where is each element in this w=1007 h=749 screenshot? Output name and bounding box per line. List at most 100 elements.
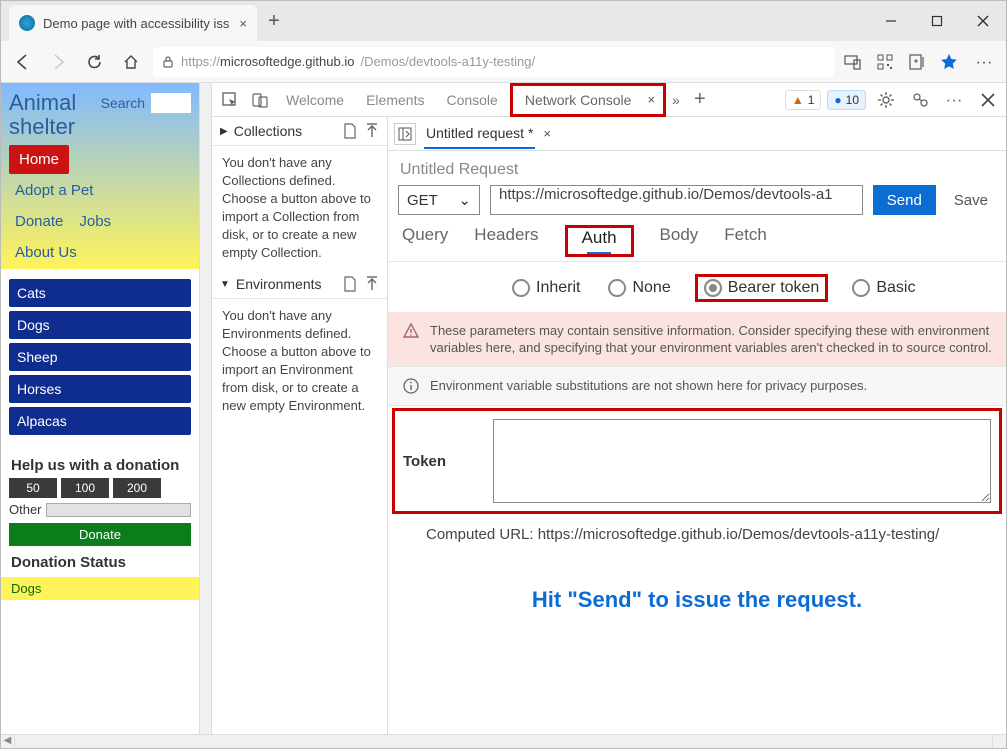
tab-title: Demo page with accessibility iss xyxy=(43,16,231,31)
info-banner: Environment variable substitutions are n… xyxy=(388,366,1006,406)
nav-jobs[interactable]: Jobs xyxy=(79,207,117,236)
category-list: Cats Dogs Sheep Horses Alpacas xyxy=(1,269,199,449)
method-select[interactable]: GET⌄ xyxy=(398,185,480,215)
page-scrollbar[interactable] xyxy=(200,83,212,734)
nav-about[interactable]: About Us xyxy=(9,238,191,267)
new-file-icon[interactable] xyxy=(343,123,357,139)
auth-bearer[interactable]: Bearer token xyxy=(700,277,824,299)
brand-line2: shelter xyxy=(9,115,191,139)
close-request-tab-icon[interactable]: × xyxy=(543,126,551,141)
new-tab-button[interactable]: + xyxy=(257,1,291,41)
environments-header[interactable]: ▼ Environments xyxy=(212,270,387,299)
refresh-button[interactable] xyxy=(81,48,109,76)
favorite-icon[interactable] xyxy=(938,51,960,73)
back-button[interactable] xyxy=(9,48,37,76)
help-title: Help us with a donation xyxy=(1,449,199,478)
import-icon[interactable] xyxy=(365,276,379,292)
import-icon[interactable] xyxy=(365,123,379,139)
bottom-scrollbar[interactable]: ◀ xyxy=(1,734,1006,748)
warning-banner: These parameters may contain sensitive i… xyxy=(388,312,1006,366)
maximize-button[interactable] xyxy=(914,1,960,41)
url-path: /Demos/devtools-a11y-testing/ xyxy=(360,54,535,69)
donation-status-title: Donation Status xyxy=(1,554,199,577)
page-header: Animal Search shelter Home Adopt a Pet D… xyxy=(1,83,199,269)
close-window-button[interactable] xyxy=(960,1,1006,41)
demo-page: Animal Search shelter Home Adopt a Pet D… xyxy=(1,83,200,734)
section-auth-highlight: Auth xyxy=(565,225,634,257)
forward-button[interactable] xyxy=(45,48,73,76)
close-tab-icon[interactable]: × xyxy=(641,92,661,107)
save-button[interactable]: Save xyxy=(946,185,996,215)
request-tab-bar: Untitled request * × xyxy=(388,117,1006,151)
qr-icon[interactable] xyxy=(874,51,896,73)
toolbar-icons: ··· xyxy=(842,51,998,73)
section-tabs: Query Headers Auth Body Fetch xyxy=(388,215,1006,262)
activity-icon[interactable] xyxy=(906,86,934,114)
info-count[interactable]: ●10 xyxy=(827,90,866,110)
other-amount-input[interactable] xyxy=(46,503,191,517)
home-button[interactable] xyxy=(117,48,145,76)
request-tab[interactable]: Untitled request * xyxy=(424,119,535,149)
amount-200[interactable]: 200 xyxy=(113,478,161,498)
section-auth[interactable]: Auth xyxy=(570,228,629,254)
section-fetch[interactable]: Fetch xyxy=(724,225,767,257)
request-url-input[interactable]: https://microsoftedge.github.io/Demos/de… xyxy=(490,185,863,215)
favicon-icon xyxy=(19,15,35,31)
category-item[interactable]: Horses xyxy=(9,375,191,403)
new-file-icon[interactable] xyxy=(343,276,357,292)
info-icon xyxy=(402,377,420,395)
minimize-button[interactable] xyxy=(868,1,914,41)
url-domain: microsoftedge.github.io xyxy=(220,54,354,69)
tab-elements[interactable]: Elements xyxy=(356,86,434,114)
category-item[interactable]: Dogs xyxy=(9,311,191,339)
lock-icon xyxy=(161,55,175,69)
amount-100[interactable]: 100 xyxy=(61,478,109,498)
request-title: Untitled Request xyxy=(388,151,1006,185)
tab-network-console[interactable]: Network Console xyxy=(515,86,642,114)
category-item[interactable]: Alpacas xyxy=(9,407,191,435)
auth-basic[interactable]: Basic xyxy=(848,277,919,299)
nav-home[interactable]: Home xyxy=(9,145,69,174)
more-tabs-icon[interactable]: » xyxy=(668,92,684,108)
auth-inherit[interactable]: Inherit xyxy=(508,277,584,299)
nav-donate[interactable]: Donate xyxy=(9,207,63,236)
error-count[interactable]: ▲1 xyxy=(785,90,822,110)
donate-button[interactable]: Donate xyxy=(9,523,191,546)
amount-50[interactable]: 50 xyxy=(9,478,57,498)
tab-console[interactable]: Console xyxy=(436,86,507,114)
auth-none[interactable]: None xyxy=(604,277,674,299)
request-row: GET⌄ https://microsoftedge.github.io/Dem… xyxy=(388,185,1006,215)
status-item: Dogs xyxy=(1,577,199,600)
category-item[interactable]: Sheep xyxy=(9,343,191,371)
responsive-icon[interactable] xyxy=(842,51,864,73)
section-headers[interactable]: Headers xyxy=(474,225,538,257)
url-prefix: https:// xyxy=(181,54,220,69)
window-controls xyxy=(868,1,1006,41)
device-icon[interactable] xyxy=(246,86,274,114)
category-item[interactable]: Cats xyxy=(9,279,191,307)
collections-icon[interactable] xyxy=(906,51,928,73)
search-input[interactable] xyxy=(151,93,191,113)
warning-icon xyxy=(402,322,420,356)
devtools-close-icon[interactable] xyxy=(974,86,1002,114)
address-bar[interactable]: https://microsoftedge.github.io/Demos/de… xyxy=(153,47,834,77)
send-button[interactable]: Send xyxy=(873,185,936,215)
collections-header[interactable]: ▶ Collections xyxy=(212,117,387,146)
token-input[interactable] xyxy=(493,419,991,503)
token-label: Token xyxy=(403,419,479,503)
gear-icon[interactable] xyxy=(872,86,900,114)
section-query[interactable]: Query xyxy=(402,225,448,257)
menu-button[interactable]: ··· xyxy=(970,51,998,73)
brand-line1: Animal xyxy=(9,91,95,115)
browser-tab[interactable]: Demo page with accessibility iss × xyxy=(9,5,257,41)
devtools-menu-icon[interactable]: ··· xyxy=(940,86,968,114)
add-tab-icon[interactable]: + xyxy=(686,86,714,114)
toggle-sidebar-icon[interactable] xyxy=(394,123,416,145)
inspect-icon[interactable] xyxy=(216,86,244,114)
environments-help: You don't have any Environments defined.… xyxy=(212,299,387,423)
section-body[interactable]: Body xyxy=(660,225,699,257)
devtools-toolbar-right: ▲1 ●10 ··· xyxy=(785,86,1002,114)
close-tab-icon[interactable]: × xyxy=(239,16,247,31)
tab-welcome[interactable]: Welcome xyxy=(276,86,354,114)
devtools-tabs: Welcome Elements Console Network Console… xyxy=(212,83,1006,117)
